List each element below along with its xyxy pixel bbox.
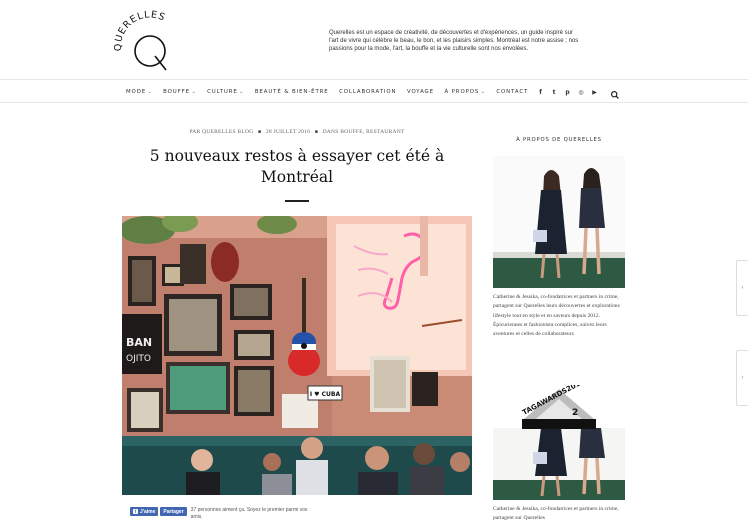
chevron-left-icon: ‹ bbox=[741, 285, 744, 291]
edge-tab-collapse[interactable]: ‹ bbox=[736, 350, 748, 406]
search-icon[interactable] bbox=[610, 87, 620, 99]
sidebar-about-title: À PROPOS DE QUERELLES bbox=[516, 137, 602, 143]
facebook-like-count: 37 personnes aiment ça. Soyez le premier… bbox=[190, 507, 308, 520]
nav-item-label: CONTACT bbox=[496, 89, 529, 95]
like-label: J'aime bbox=[140, 508, 156, 515]
edge-tab-collapse[interactable]: ‹ bbox=[736, 260, 748, 316]
facebook-icon: f bbox=[133, 509, 138, 514]
nav-item-bouffe[interactable]: BOUFFE ⌄ bbox=[163, 89, 196, 95]
facebook-share-button[interactable]: Partager bbox=[160, 507, 187, 516]
site-header: QUERELLES Querelles est un espace de cré… bbox=[0, 0, 748, 80]
svg-text:OJITO: OJITO bbox=[126, 354, 151, 364]
tagawards-badge[interactable]: TAGAWARDS2014 2 bbox=[494, 377, 624, 431]
nav-item-label: À PROPOS bbox=[444, 89, 480, 95]
meta-separator: ■ bbox=[314, 130, 318, 135]
facebook-widget: f J'aime Partager 37 personnes aiment ça… bbox=[130, 507, 313, 520]
nav-item-collaboration[interactable]: COLLABORATION bbox=[339, 89, 396, 95]
nav-item-label: VOYAGE bbox=[406, 89, 434, 95]
article-author[interactable]: PAR QUERELLES BLOG bbox=[189, 129, 253, 135]
nav-item-label: MODE bbox=[126, 89, 147, 95]
twitter-icon[interactable]: t bbox=[550, 88, 559, 97]
sidebar-about-photo-2 bbox=[493, 428, 625, 500]
nav-item-culture[interactable]: CULTURE ⌄ bbox=[207, 89, 244, 95]
article-categories[interactable]: DANS BOUFFE, RESTAURANT bbox=[323, 129, 405, 135]
social-links: f t p ◎ ▶ bbox=[536, 81, 604, 103]
article-hero-image: BAN OJITO I ♥ CUBA bbox=[122, 216, 472, 495]
hero-sign-text: I ♥ CUBA bbox=[310, 391, 341, 398]
svg-text:QUERELLES: QUERELLES bbox=[113, 9, 167, 51]
nav-item-mode[interactable]: MODE ⌄ bbox=[126, 89, 153, 95]
main-navigation: MODE ⌄ BOUFFE ⌄ CULTURE ⌄ BEAUTÉ & BIEN-ÊTRE CO… bbox=[0, 81, 748, 103]
facebook-like-button[interactable]: f J'aime bbox=[130, 507, 159, 516]
facebook-icon[interactable]: f bbox=[536, 88, 545, 97]
article-title: 5 nouveaux restos à essayer cet été à Mo… bbox=[149, 147, 445, 186]
logo-wordmark: QUERELLES bbox=[113, 9, 166, 51]
nav-item-label: COLLABORATION bbox=[339, 89, 397, 95]
nav-item-voyage[interactable]: VOYAGE bbox=[407, 89, 434, 95]
meta-separator: ■ bbox=[258, 130, 262, 135]
nav-item-à-propos[interactable]: À PROPOS ⌄ bbox=[444, 89, 485, 95]
title-divider bbox=[285, 200, 309, 202]
chevron-down-icon: ⌄ bbox=[480, 89, 486, 95]
nav-item-label: BEAUTÉ & BIEN-ÊTRE bbox=[254, 89, 329, 95]
badge-number: 2 bbox=[572, 408, 578, 418]
nav-menu: MODE ⌄ BOUFFE ⌄ CULTURE ⌄ BEAUTÉ & BIEN-ÊTRE CO… bbox=[126, 81, 539, 103]
chevron-left-icon: ‹ bbox=[741, 375, 744, 381]
nav-item-label: BOUFFE bbox=[163, 89, 190, 95]
sidebar-about-text-2: Catherine & Jessika, co-fondatrices et p… bbox=[493, 506, 619, 522]
chevron-down-icon: ⌄ bbox=[239, 89, 245, 95]
instagram-icon[interactable]: ◎ bbox=[577, 88, 586, 97]
article-date: 28 JUILLET 2016 bbox=[265, 129, 311, 135]
youtube-icon[interactable]: ▶ bbox=[590, 88, 599, 97]
share-label: Partager bbox=[163, 508, 184, 515]
querelles-logo[interactable]: QUERELLES bbox=[113, 7, 187, 73]
chevron-down-icon: ⌄ bbox=[147, 89, 153, 95]
pinterest-icon[interactable]: p bbox=[563, 88, 572, 97]
sidebar-about-photo bbox=[493, 156, 625, 288]
sidebar-about-text: Catherine & Jessika, co-fondatrices et p… bbox=[493, 294, 620, 338]
chevron-down-icon: ⌄ bbox=[191, 89, 197, 95]
article-meta: PAR QUERELLES BLOG ■ 28 JUILLET 2016 ■ D… bbox=[122, 129, 472, 135]
nav-item-label: CULTURE bbox=[207, 89, 238, 95]
svg-text:BAN: BAN bbox=[126, 336, 152, 349]
nav-item-beauté-bien-être[interactable]: BEAUTÉ & BIEN-ÊTRE bbox=[255, 89, 329, 95]
site-tagline: Querelles est un espace de créativité, d… bbox=[329, 30, 579, 52]
nav-item-contact[interactable]: CONTACT bbox=[496, 89, 528, 95]
